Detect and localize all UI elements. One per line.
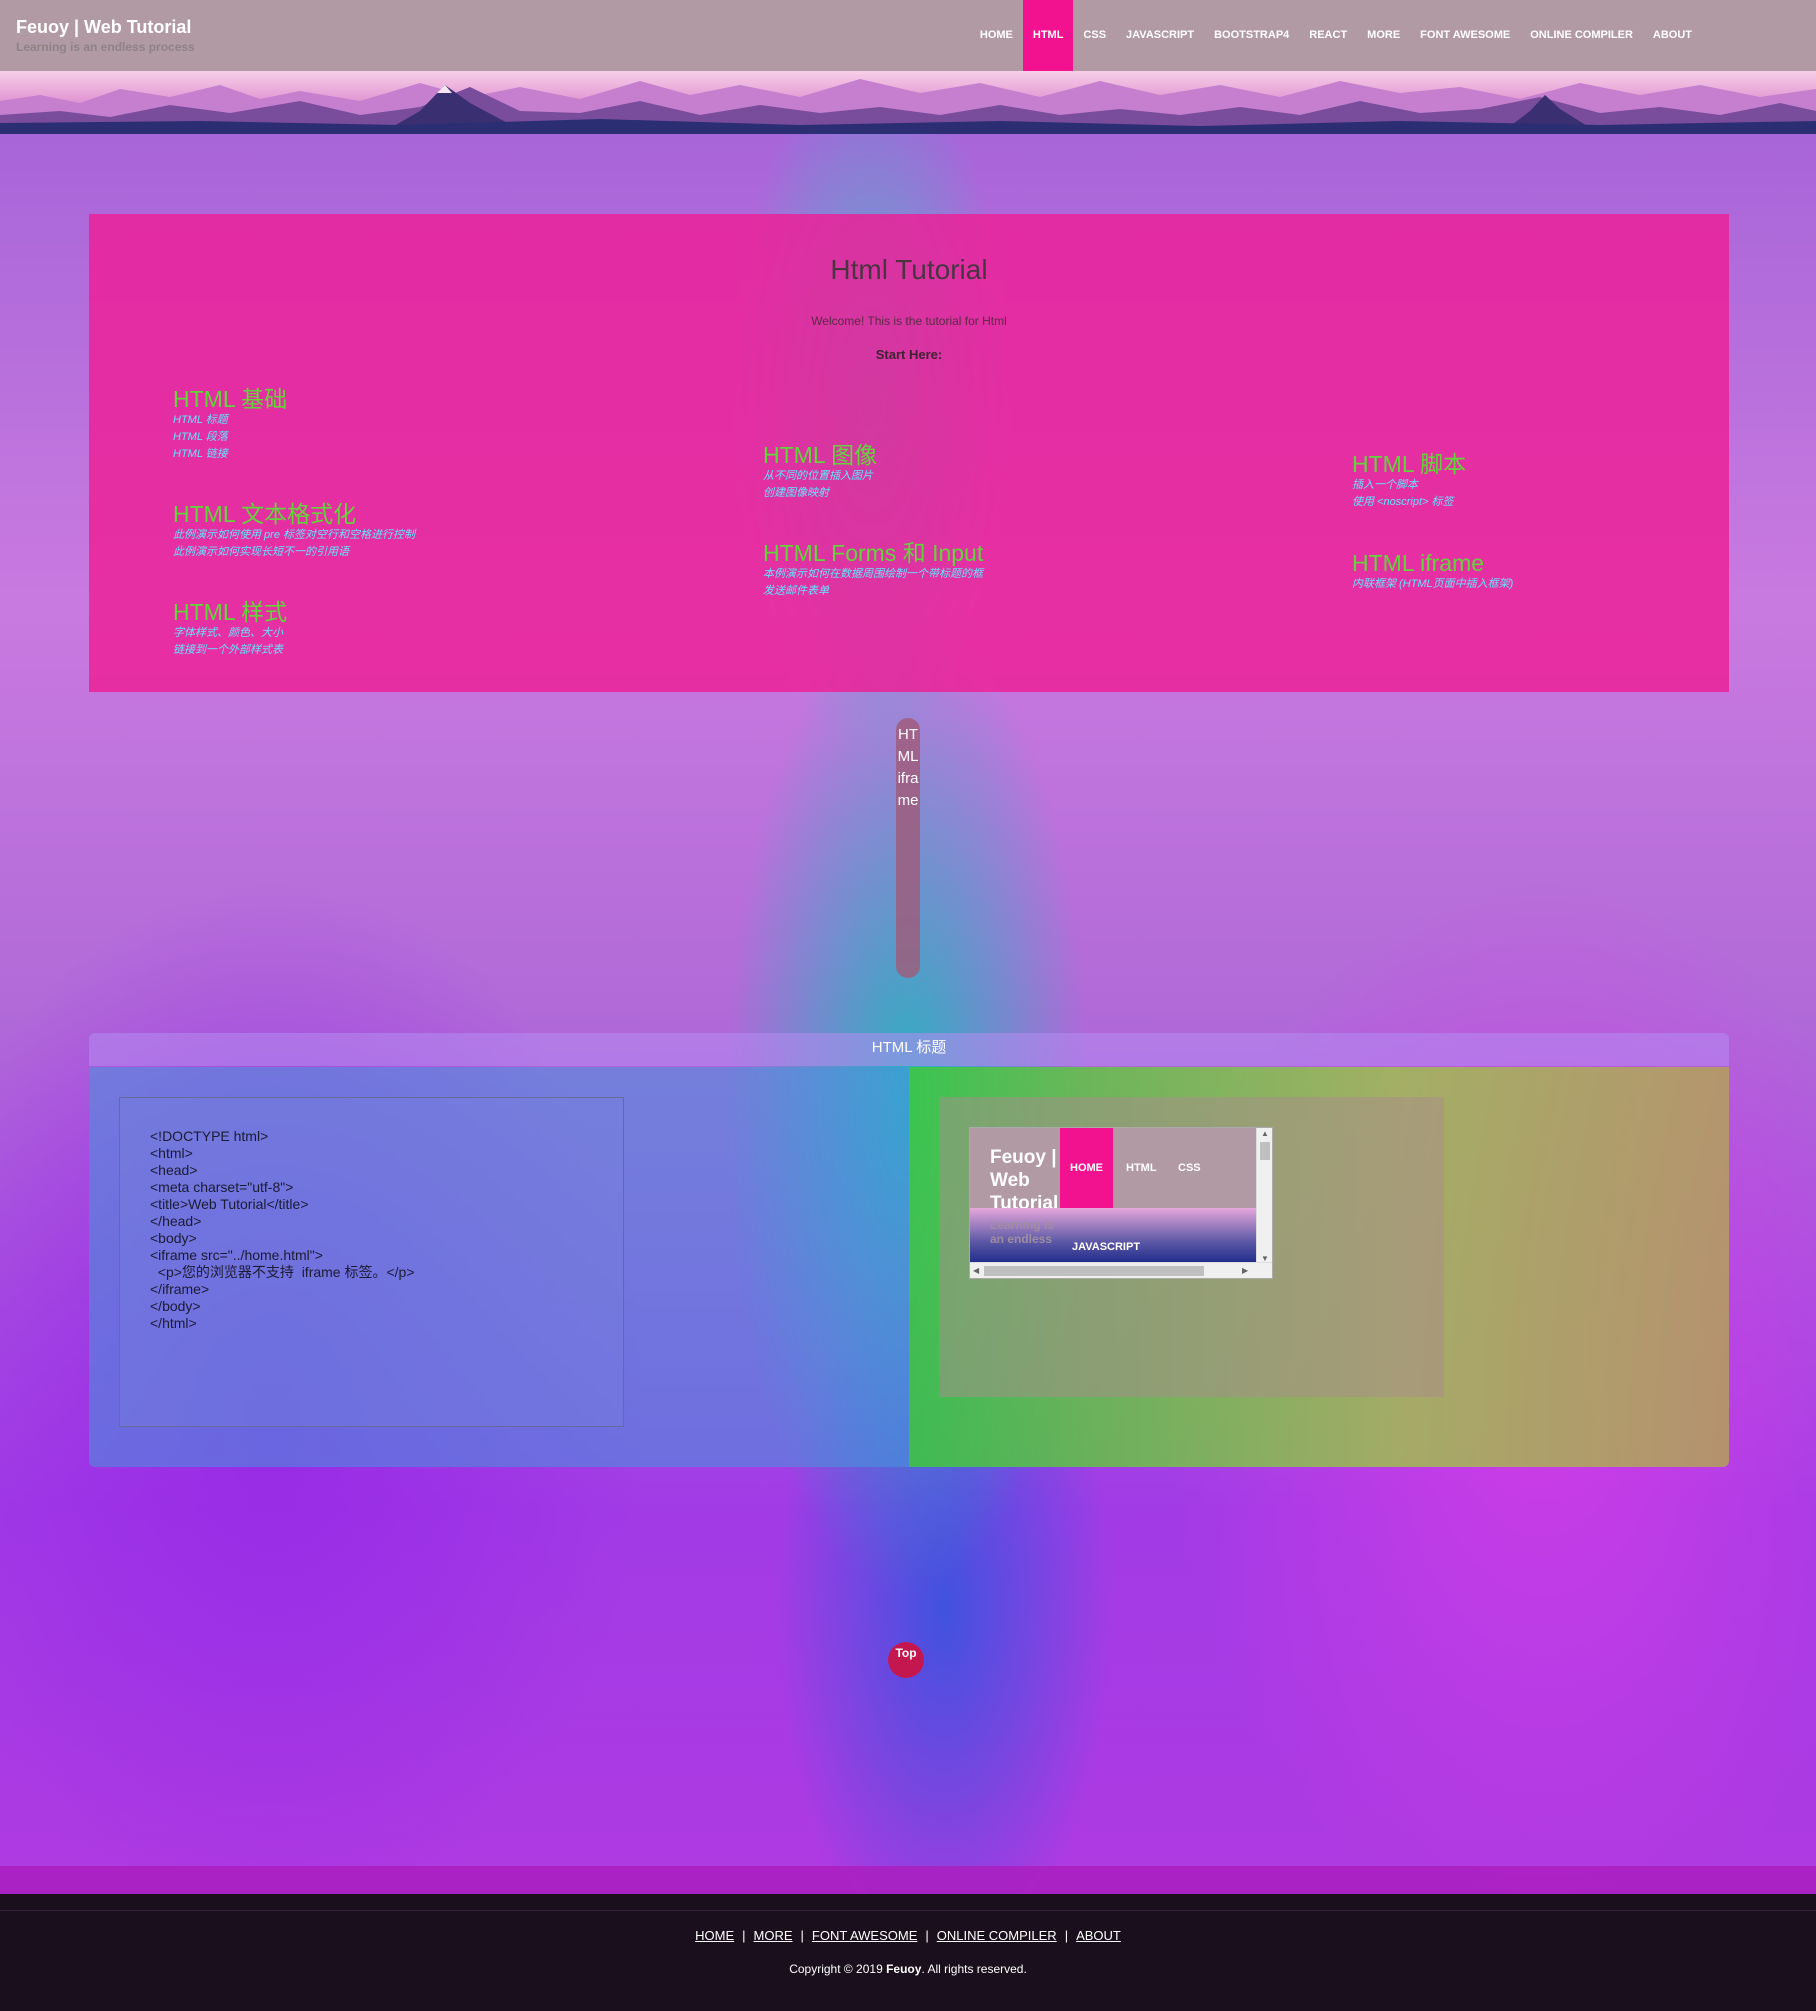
nav-react[interactable]: REACT [1299,0,1357,71]
topic-link[interactable]: 此例演示如何使用 pre 标签对空行和空格进行控制 [173,527,415,544]
topic-basics: HTML 基础 HTML 标题 HTML 段落 HTML 链接 [173,386,287,463]
footer-separator: | [925,1928,929,1943]
topic-text-formatting: HTML 文本格式化 此例演示如何使用 pre 标签对空行和空格进行控制 此例演… [173,501,415,561]
nav-about[interactable]: ABOUT [1643,0,1702,71]
back-to-top-button[interactable]: Top [888,1642,924,1678]
preview-nav-javascript[interactable]: JAVASCRIPT [1072,1241,1140,1253]
preview-site-title: Feuoy | Web Tutorial [990,1147,1059,1214]
top-navbar: Feuoy | Web Tutorial Learning is an endl… [0,0,1816,71]
topic-heading[interactable]: HTML 基础 [173,386,287,412]
preview-nav-html[interactable]: HTML [1116,1128,1167,1208]
preview-site-subtitle: Learning is an endless [990,1218,1055,1246]
topic-forms: HTML Forms 和 Input 本例演示如何在数据周围绘制一个带标题的框 … [763,540,983,600]
scroll-thumb[interactable] [984,1266,1204,1276]
site-subtitle: Learning is an endless process [16,40,195,54]
footer-band [0,1866,1816,1894]
copyright: Copyright © 2019 Feuoy. All rights reser… [0,1962,1816,1976]
topic-scripts: HTML 脚本 插入一个脚本 使用 <noscript> 标签 [1352,451,1466,511]
mountain-banner [0,71,1816,134]
topic-link[interactable]: 字体样式、颜色、大小 [173,625,287,642]
topic-heading[interactable]: HTML 样式 [173,599,287,625]
footer-link-font-awesome[interactable]: FONT AWESOME [812,1928,917,1943]
preview-vertical-scrollbar[interactable]: ▲ ▼ [1256,1128,1272,1264]
scroll-left-arrow-icon[interactable]: ◀ [973,1266,979,1275]
topic-styles: HTML 样式 字体样式、颜色、大小 链接到一个外部样式表 [173,599,287,659]
scroll-up-arrow-icon[interactable]: ▲ [1261,1129,1269,1138]
copyright-brand: Feuoy [886,1962,922,1976]
topic-heading[interactable]: HTML 图像 [763,442,877,468]
copyright-suffix: . All rights reserved. [921,1962,1027,1976]
topic-link[interactable]: 此例演示如何实现长短不一的引用语 [173,544,415,561]
topic-iframe: HTML iframe 内联框架 (HTML页面中插入框架) [1352,550,1513,593]
footer: HOME | MORE | FONT AWESOME | ONLINE COMPILER | A… [0,1894,1816,2011]
topic-link[interactable]: 创建图像映射 [763,485,877,502]
nav-html[interactable]: HTML [1022,0,1074,71]
section-label-vertical: HTML iframe [896,718,920,978]
topic-link[interactable]: 发送邮件表单 [763,583,983,600]
topic-heading[interactable]: HTML 脚本 [1352,451,1466,477]
topic-heading[interactable]: HTML Forms 和 Input [763,540,983,566]
footer-separator: | [742,1928,746,1943]
preview-nav-home[interactable]: HOME [1060,1128,1113,1208]
nav-more[interactable]: MORE [1357,0,1410,71]
topic-link[interactable]: 内联框架 (HTML页面中插入框架) [1352,576,1513,593]
topic-heading[interactable]: HTML iframe [1352,550,1513,576]
tutorial-title: Html Tutorial [830,254,988,285]
topic-link[interactable]: 使用 <noscript> 标签 [1352,494,1466,511]
result-panel: Feuoy | Web Tutorial HOME HTML CSS Learn… [909,1067,1729,1467]
nav-css[interactable]: CSS [1073,0,1116,71]
topic-link[interactable]: 从不同的位置插入图片 [763,468,877,485]
topic-link[interactable]: HTML 段落 [173,429,287,446]
footer-links: HOME | MORE | FONT AWESOME | ONLINE COMPILER | A… [0,1928,1816,1943]
footer-link-more[interactable]: MORE [754,1928,793,1943]
tutorial-panel: Html Tutorial Welcome! This is the tutor… [89,214,1729,692]
site-title[interactable]: Feuoy | Web Tutorial [16,17,191,38]
topic-heading[interactable]: HTML 文本格式化 [173,501,415,527]
nav-online-compiler[interactable]: ONLINE COMPILER [1520,0,1643,71]
nav-javascript[interactable]: JAVASCRIPT [1116,0,1204,71]
preview-nav-css[interactable]: CSS [1168,1128,1211,1208]
footer-link-online-compiler[interactable]: ONLINE COMPILER [937,1928,1057,1943]
result-area: Feuoy | Web Tutorial HOME HTML CSS Learn… [939,1097,1444,1397]
footer-divider [0,1910,1816,1911]
topic-images: HTML 图像 从不同的位置插入图片 创建图像映射 [763,442,877,502]
preview-navbar: Feuoy | Web Tutorial HOME HTML CSS [970,1128,1256,1214]
preview-horizontal-scrollbar[interactable]: ◀ ▶ [970,1262,1272,1278]
topic-link[interactable]: HTML 链接 [173,446,287,463]
footer-separator: | [800,1928,804,1943]
topic-link[interactable]: 链接到一个外部样式表 [173,642,287,659]
main-nav: HOME HTML CSS JAVASCRIPT BOOTSTRAP4 REAC… [970,0,1702,71]
topic-link[interactable]: HTML 标题 [173,412,287,429]
mountain-range-image [0,79,1816,134]
tutorial-welcome: Welcome! This is the tutorial for Html [811,314,1007,328]
iframe-preview[interactable]: Feuoy | Web Tutorial HOME HTML CSS Learn… [969,1127,1273,1279]
footer-link-about[interactable]: ABOUT [1076,1928,1121,1943]
scroll-thumb[interactable] [1260,1142,1270,1160]
code-editor[interactable]: <!DOCTYPE html> <html> <head> <meta char… [119,1097,624,1427]
scroll-right-arrow-icon[interactable]: ▶ [1242,1266,1248,1275]
code-panel: <!DOCTYPE html> <html> <head> <meta char… [89,1067,909,1467]
tutorial-start: Start Here: [875,347,943,362]
topic-link[interactable]: 本例演示如何在数据周围绘制一个带标题的框 [763,566,983,583]
copyright-prefix: Copyright © 2019 [789,1962,887,1976]
nav-font-awesome[interactable]: FONT AWESOME [1410,0,1520,71]
footer-separator: | [1064,1928,1069,1943]
footer-link-home[interactable]: HOME [695,1928,734,1943]
example-title-bar: HTML 标题 [89,1033,1729,1066]
nav-bootstrap4[interactable]: BOOTSTRAP4 [1204,0,1299,71]
topic-link[interactable]: 插入一个脚本 [1352,477,1466,494]
nav-home[interactable]: HOME [970,0,1023,71]
